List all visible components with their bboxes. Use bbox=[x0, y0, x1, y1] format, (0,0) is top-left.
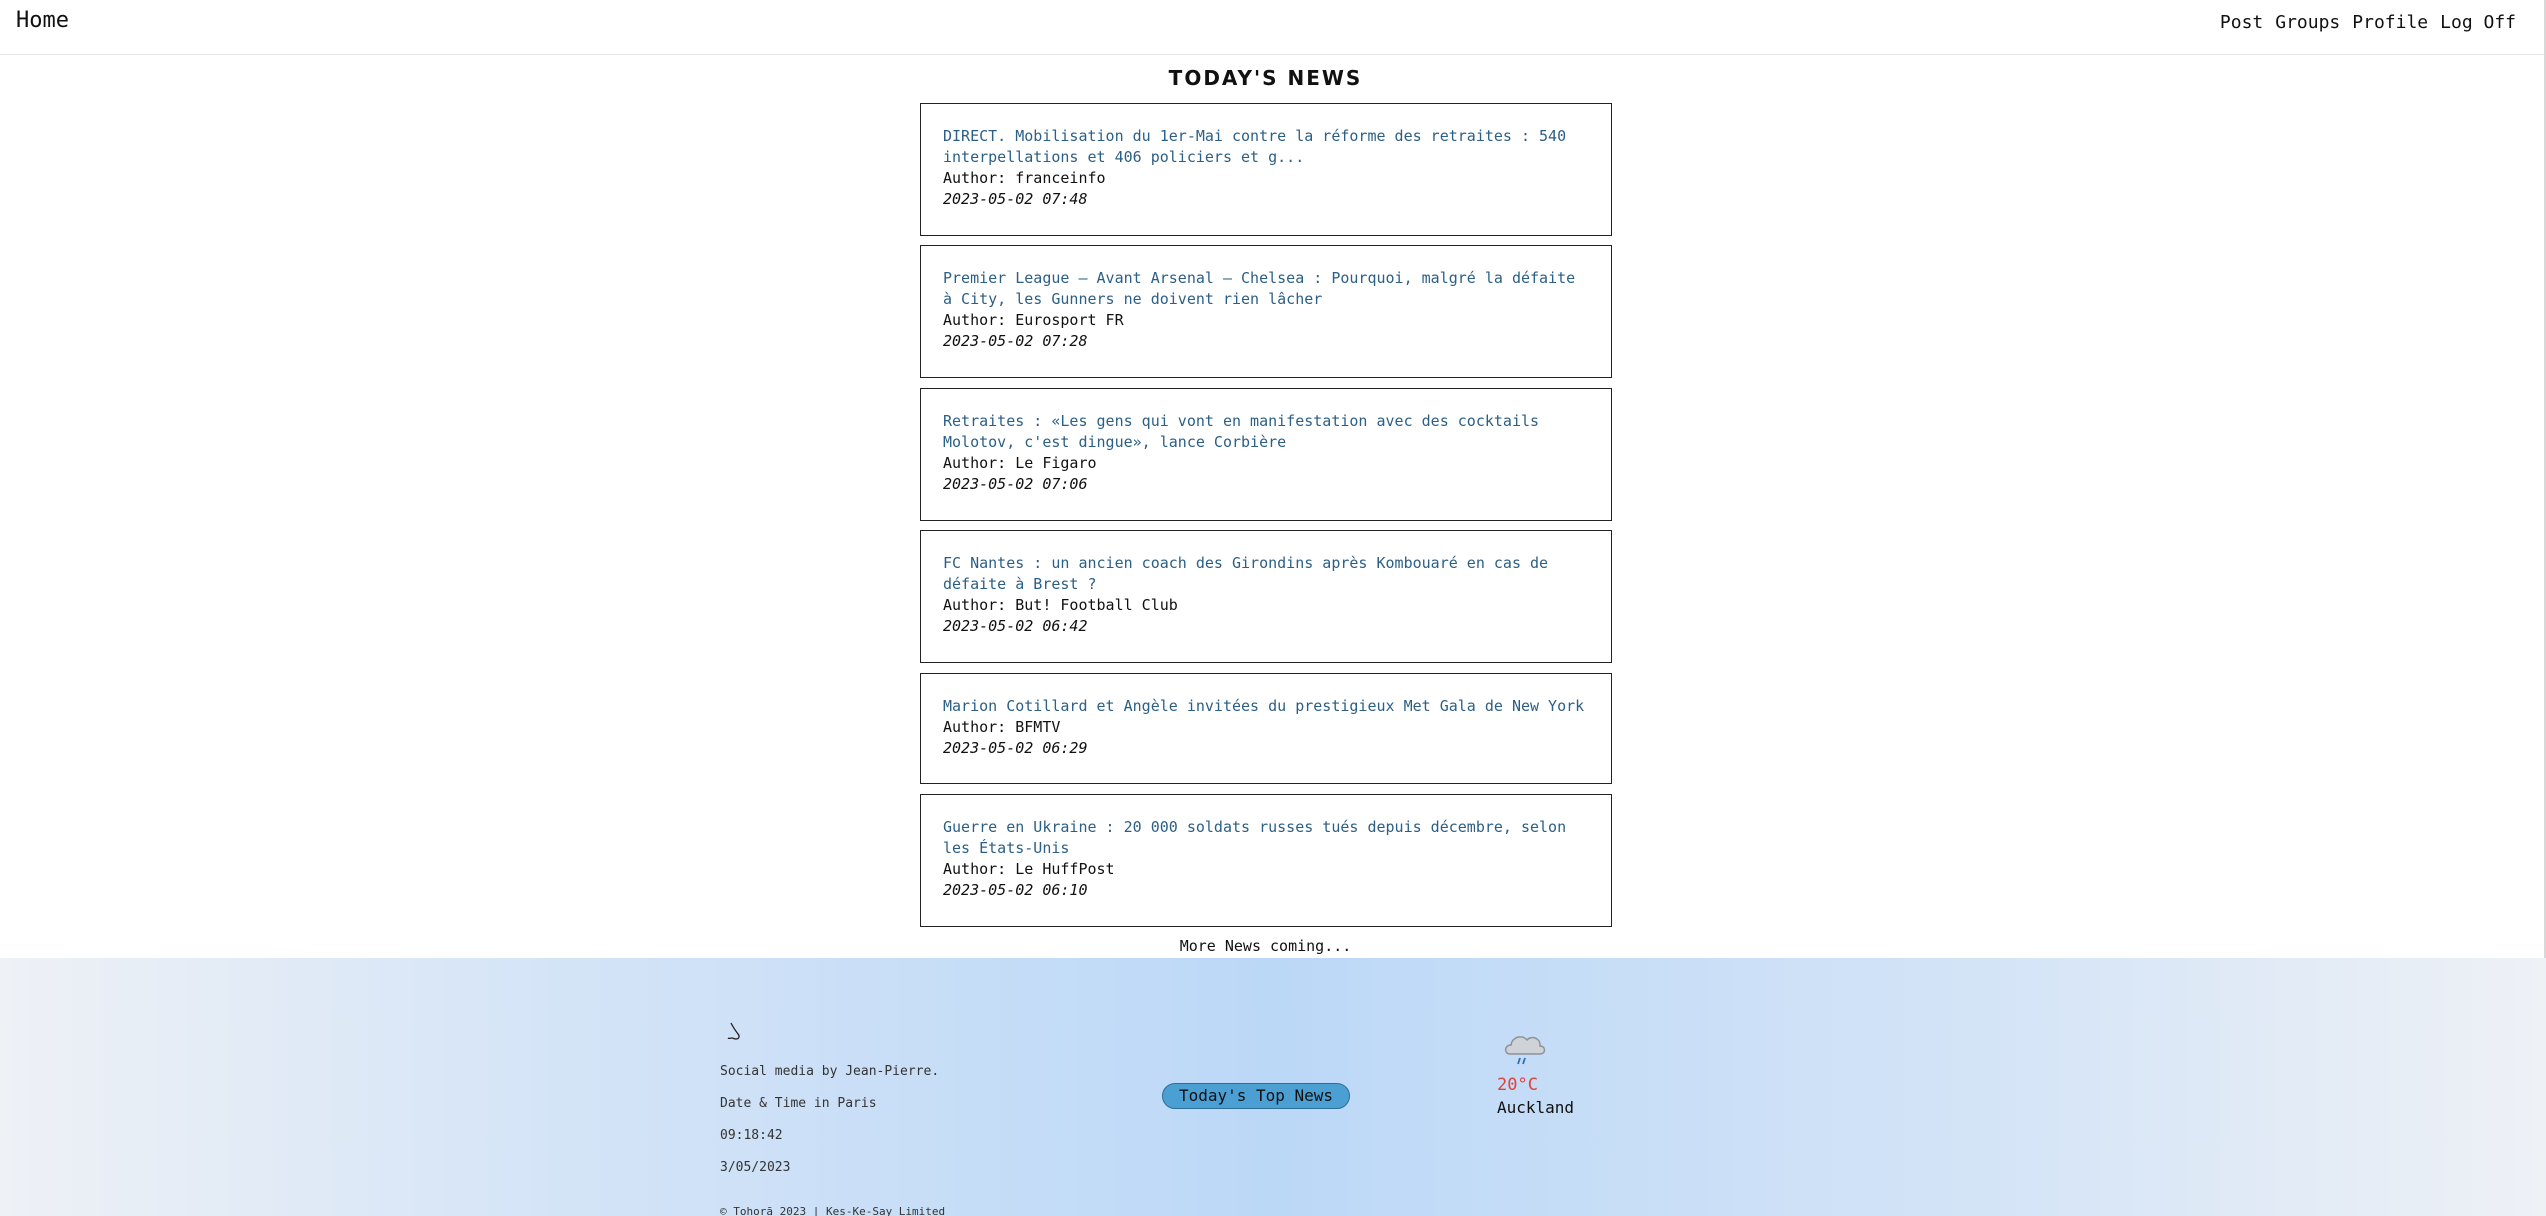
news-author: Author: Le HuffPost bbox=[943, 860, 1115, 878]
nav-post-link[interactable]: Post bbox=[2220, 12, 2263, 33]
news-card: Guerre en Ukraine : 20 000 soldats russe… bbox=[920, 794, 1612, 927]
news-author: Author: BFMTV bbox=[943, 718, 1061, 736]
news-card: Premier League – Avant Arsenal – Chelsea… bbox=[920, 245, 1612, 378]
nav-logoff-link[interactable]: Log Off bbox=[2440, 12, 2516, 33]
nav-profile-link[interactable]: Profile bbox=[2352, 12, 2428, 33]
news-title-link[interactable]: Retraites : «Les gens qui vont en manife… bbox=[943, 411, 1589, 453]
weather-city: Auckland bbox=[1497, 1098, 1575, 1117]
news-author: Author: franceinfo bbox=[943, 169, 1106, 187]
footer-datetime-label: Date & Time in Paris bbox=[720, 1096, 877, 1111]
news-title-link[interactable]: FC Nantes : un ancien coach des Girondin… bbox=[943, 553, 1589, 595]
news-title-link[interactable]: Guerre en Ukraine : 20 000 soldats russe… bbox=[943, 817, 1589, 859]
news-author: Author: But! Football Club bbox=[943, 596, 1178, 614]
footer-credit: Social media by Jean-Pierre. bbox=[720, 1064, 940, 1079]
news-date: 2023-05-02 06:42 bbox=[943, 617, 1088, 635]
news-author: Author: Eurosport FR bbox=[943, 311, 1124, 329]
news-date: 2023-05-02 06:29 bbox=[943, 739, 1088, 757]
news-date: 2023-05-02 07:48 bbox=[943, 190, 1088, 208]
page: Home Post Groups Profile Log Off TODAY'S… bbox=[0, 0, 2546, 1216]
news-card: DIRECT. Mobilisation du 1er-Mai contre l… bbox=[920, 103, 1612, 236]
nav-groups-link[interactable]: Groups bbox=[2275, 12, 2340, 33]
news-author: Author: Le Figaro bbox=[943, 454, 1097, 472]
news-title-link[interactable]: Marion Cotillard et Angèle invitées du p… bbox=[943, 696, 1589, 717]
news-date: 2023-05-02 07:28 bbox=[943, 332, 1088, 350]
navbar: Home Post Groups Profile Log Off bbox=[0, 0, 2546, 55]
nav-links: Post Groups Profile Log Off bbox=[2220, 12, 2516, 33]
news-date: 2023-05-02 06:10 bbox=[943, 881, 1088, 899]
news-card: FC Nantes : un ancien coach des Girondin… bbox=[920, 530, 1612, 663]
rain-cloud-icon bbox=[1504, 1036, 1546, 1065]
copyright-text: © Tohorā 2023 | Kes-Ke-Say Limited bbox=[720, 1205, 946, 1216]
page-title: TODAY'S NEWS bbox=[1168, 66, 1363, 90]
more-news-text: More News coming... bbox=[1179, 937, 1352, 955]
news-title-link[interactable]: DIRECT. Mobilisation du 1er-Mai contre l… bbox=[943, 126, 1589, 168]
nose-icon bbox=[727, 1022, 740, 1040]
nav-home-link[interactable]: Home bbox=[16, 8, 69, 33]
news-date: 2023-05-02 07:06 bbox=[943, 475, 1088, 493]
todays-top-news-button[interactable]: Today's Top News bbox=[1162, 1083, 1350, 1109]
footer-time: 09:18:42 bbox=[720, 1128, 783, 1143]
news-card: Marion Cotillard et Angèle invitées du p… bbox=[920, 673, 1612, 784]
news-title-link[interactable]: Premier League – Avant Arsenal – Chelsea… bbox=[943, 268, 1589, 310]
news-card: Retraites : «Les gens qui vont en manife… bbox=[920, 388, 1612, 521]
weather-temperature: 20°C bbox=[1497, 1075, 1538, 1095]
footer-date: 3/05/2023 bbox=[720, 1160, 791, 1175]
